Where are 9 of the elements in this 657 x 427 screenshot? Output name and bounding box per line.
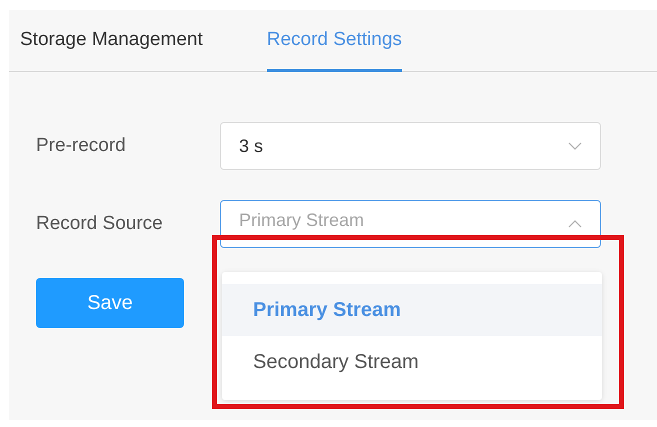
select-field[interactable]: Primary Stream	[220, 200, 601, 248]
tab[interactable]: Storage Management	[20, 10, 203, 72]
select-field[interactable]: 3 s	[220, 122, 601, 170]
field-label: Pre-record	[36, 134, 127, 158]
dropdown-option[interactable]: Primary Stream	[222, 284, 602, 336]
dropdown-option[interactable]: Secondary Stream	[222, 336, 602, 388]
save-button[interactable]: Save	[36, 278, 184, 328]
field-label: Record Source	[36, 212, 164, 236]
tab[interactable]: Record Settings	[266, 10, 402, 72]
